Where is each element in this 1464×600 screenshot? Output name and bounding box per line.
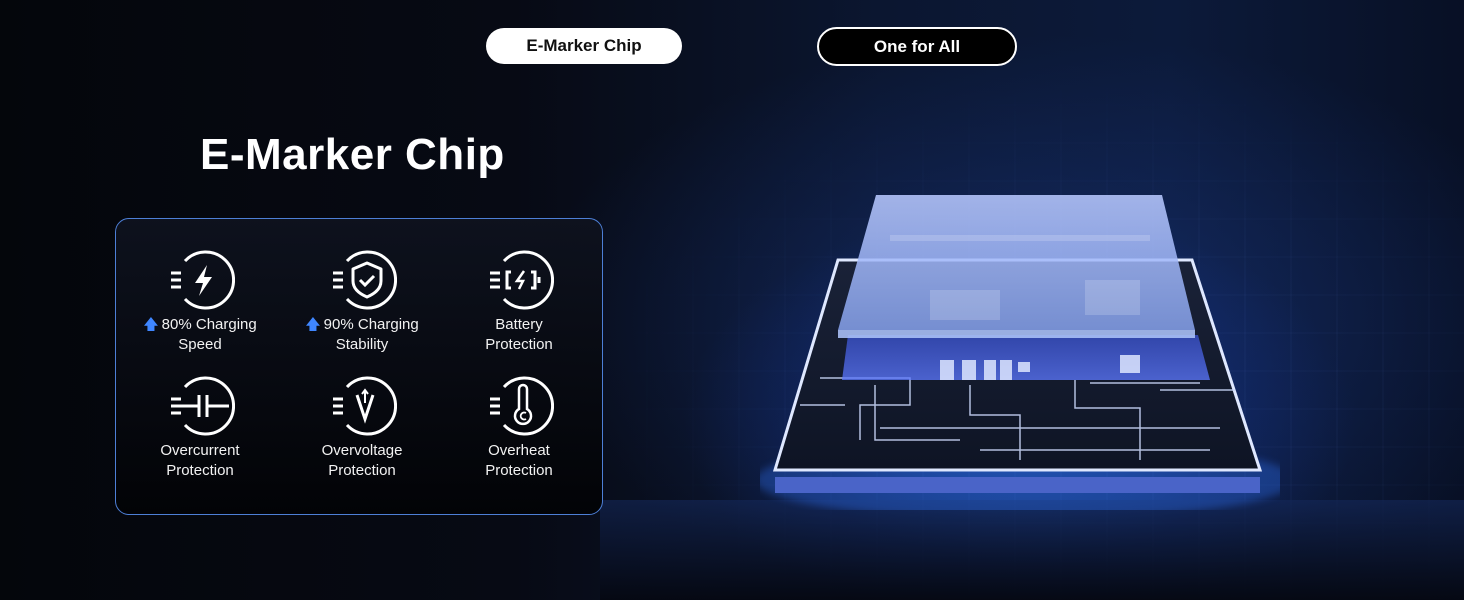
battery-icon bbox=[490, 250, 554, 310]
page-title: E-Marker Chip bbox=[200, 130, 505, 179]
chip-top-layer bbox=[838, 195, 1195, 330]
feature-label-line2: Protection bbox=[485, 336, 553, 353]
thermometer-icon bbox=[490, 376, 554, 436]
feature-label-line1: 80% Charging bbox=[161, 316, 257, 333]
tab-e-marker-chip[interactable]: E-Marker Chip bbox=[486, 28, 682, 64]
feature-label-line1: Overheat bbox=[488, 442, 550, 459]
feature-overheat-protection: Overheat Protection bbox=[439, 375, 599, 481]
chip-top-edge bbox=[838, 330, 1195, 338]
feature-charging-stability: 🡅 90% Charging Stability bbox=[282, 249, 442, 355]
feature-label-line1: Overvoltage bbox=[321, 442, 403, 459]
tab-one-for-all[interactable]: One for All bbox=[817, 27, 1017, 66]
chip-middle-layer bbox=[842, 335, 1210, 380]
feature-overcurrent-protection: Overcurrent Protection bbox=[120, 375, 280, 481]
feature-overvoltage-protection: Overvoltage Protection bbox=[282, 375, 442, 481]
feature-battery-protection: Battery Protection bbox=[439, 249, 599, 355]
voltage-icon bbox=[333, 376, 397, 436]
lightning-icon bbox=[171, 250, 235, 310]
feature-label-line2: Protection bbox=[166, 462, 234, 479]
shield-check-icon bbox=[333, 250, 397, 310]
feature-label-line1: Overcurrent bbox=[160, 442, 240, 459]
feature-label-line2: Speed bbox=[178, 336, 222, 353]
capacitor-icon bbox=[171, 376, 235, 436]
feature-charging-speed: 🡅 80% Charging Speed bbox=[120, 249, 280, 355]
feature-label-line1: Battery bbox=[495, 316, 543, 333]
feature-label-line1: 90% Charging bbox=[323, 316, 419, 333]
chip-illustration bbox=[755, 180, 1295, 520]
feature-label-line2: Stability bbox=[335, 336, 389, 353]
up-arrow-icon: 🡅 bbox=[143, 316, 159, 333]
circuit-floor bbox=[600, 500, 1464, 600]
chip-base-edge bbox=[775, 477, 1260, 493]
e-marker-chip-graphic bbox=[755, 195, 1295, 520]
feature-label-line2: Protection bbox=[485, 462, 553, 479]
up-arrow-icon: 🡅 bbox=[305, 316, 321, 333]
features-panel: 🡅 80% Charging Speed 🡅 90% Charging Stabil… bbox=[115, 218, 603, 515]
feature-label-line2: Protection bbox=[328, 462, 396, 479]
